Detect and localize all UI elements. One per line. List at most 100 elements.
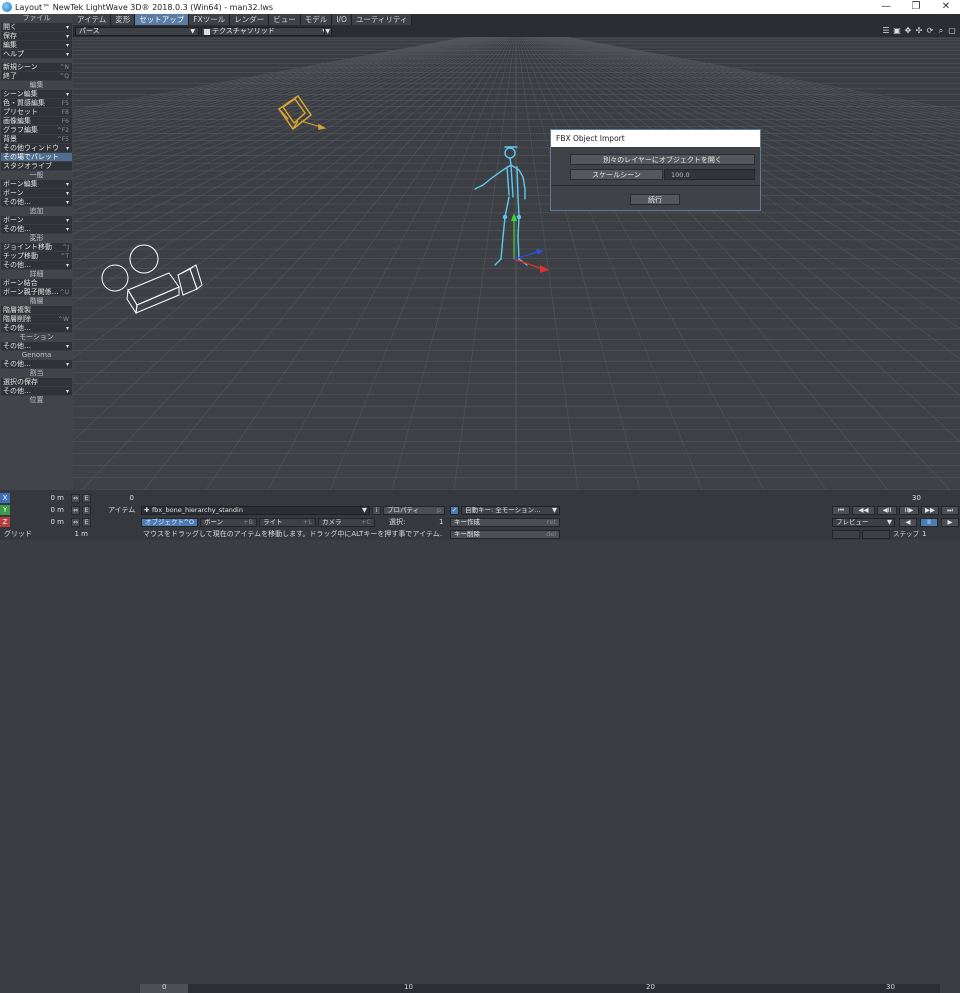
sidebar-item[interactable]: その他ウィンドウ ▾ — [1, 144, 72, 153]
x-link-icon[interactable]: ⇔ — [71, 494, 80, 503]
pause-button[interactable]: II — [920, 518, 938, 527]
sidebar-item[interactable]: 画像編集 F6 — [1, 117, 72, 126]
tab-8[interactable]: ユーティリティ — [351, 14, 413, 25]
viewport-options-button[interactable]: ▼ — [324, 27, 332, 36]
sidebar-item[interactable]: 新規シーン ^N — [1, 63, 72, 72]
x-envelope-button[interactable]: E — [82, 494, 91, 503]
tab-6[interactable]: モデル — [300, 14, 333, 25]
z-envelope-button[interactable]: E — [82, 518, 91, 527]
move-view-icon[interactable]: ✥ — [904, 26, 912, 35]
preview-option-button-2[interactable] — [862, 530, 890, 539]
sidebar-item[interactable]: 開く ▾ — [1, 23, 72, 32]
sidebar-item[interactable]: その他… ▾ — [1, 360, 72, 369]
object-mode-button[interactable]: オブジェクト ^O — [141, 518, 198, 527]
light-mode-button[interactable]: ライト +L — [259, 518, 316, 527]
prev-key-button[interactable]: ◀◀ — [852, 506, 875, 515]
maximize-button[interactable]: ❐ — [903, 0, 929, 14]
sidebar-item[interactable]: その場でパレット — [1, 153, 72, 162]
prev-frame-button[interactable]: ◀II — [877, 506, 897, 515]
autokey-checkbox[interactable]: ✓ — [450, 506, 459, 515]
y-link-icon[interactable]: ⇔ — [71, 506, 80, 515]
tab-0[interactable]: アイテム — [73, 14, 112, 25]
sidebar-item[interactable]: プリセット F8 — [1, 108, 72, 117]
z-position-value[interactable]: 0 m — [28, 517, 65, 527]
3d-viewport[interactable]: FBX Object Import 別々のレイヤーにオブジェクトを開く スケール… — [73, 37, 960, 490]
scale-scene-button[interactable]: スケールシーン — [570, 169, 663, 180]
current-item-select[interactable]: ✚ fbx_bone_hierarchy_standin ▼ — [141, 506, 370, 515]
autokey-mode-select[interactable]: 自動キー: 全モーション… ▼ — [461, 506, 560, 515]
sidebar-item[interactable]: ボーン親子関係… ^U — [1, 288, 72, 297]
sidebar-item[interactable]: ボーン ▾ — [1, 216, 72, 225]
sidebar-item[interactable]: 選択の保存 — [1, 378, 72, 387]
sidebar-section-header: 階層 — [0, 297, 73, 306]
sidebar-item[interactable]: スタジオライブ — [1, 162, 72, 171]
tab-3[interactable]: FXツール — [189, 14, 231, 25]
delete-key-button[interactable]: キー削除 del — [450, 530, 560, 539]
sidebar-item[interactable]: 編集 ▾ — [1, 41, 72, 50]
preview-select[interactable]: プレビュー ▼ — [832, 518, 895, 527]
view-type-select[interactable]: パース ▼ — [75, 27, 199, 36]
object-mode-label: オブジェクト — [145, 518, 184, 526]
tab-5[interactable]: ビュー — [269, 14, 301, 25]
sidebar-item[interactable]: 終了 ^Q — [1, 72, 72, 81]
last-frame-button[interactable]: ⏭ — [941, 506, 959, 515]
sidebar-item[interactable]: その他… ▾ — [1, 225, 72, 234]
tab-1[interactable]: 変形 — [111, 14, 136, 25]
sidebar-item[interactable]: ジョイント移動 ^J — [1, 243, 72, 252]
sidebar-item[interactable]: 階層複製 — [1, 306, 72, 315]
minimize-button[interactable]: — — [873, 0, 899, 14]
sidebar-item[interactable]: グラフ編集 ^F2 — [1, 126, 72, 135]
tab-4[interactable]: レンダー — [230, 14, 270, 25]
sidebar-item[interactable]: その他… ▾ — [1, 324, 72, 333]
layout-icon[interactable]: ▣ — [893, 26, 901, 35]
item-info-button[interactable]: i — [372, 506, 381, 515]
close-button[interactable]: ✕ — [933, 0, 959, 14]
sidebar-item[interactable]: ヘルプ ▾ — [1, 50, 72, 59]
properties-button[interactable]: プロパティ p — [383, 506, 445, 515]
camera-mode-button[interactable]: カメラ +C — [318, 518, 375, 527]
list-icon[interactable]: ☰ — [882, 26, 890, 35]
sidebar-item[interactable]: ボーン結合 — [1, 279, 72, 288]
continue-button[interactable]: 続行 — [630, 194, 680, 205]
z-link-icon[interactable]: ⇔ — [71, 518, 80, 527]
sidebar-item[interactable]: その他… ▾ — [1, 198, 72, 207]
sidebar-item[interactable]: ボーン ▾ — [1, 189, 72, 198]
sidebar-item[interactable]: 背景 ^F5 — [1, 135, 72, 144]
next-key-button[interactable]: ▶▶ — [921, 506, 939, 515]
render-mode-select[interactable]: テクスチャソリッド ▼ — [201, 27, 331, 36]
sidebar-item-label: 保存 — [3, 32, 17, 40]
preview-option-button[interactable] — [832, 530, 860, 539]
sidebar-item[interactable]: ボーン編集 ▾ — [1, 180, 72, 189]
shortcut-label: ^N — [59, 64, 69, 71]
play-reverse-button[interactable]: ◀ — [899, 518, 917, 527]
bone-mode-button[interactable]: ボーン +B — [200, 518, 257, 527]
create-key-button[interactable]: キー作成 ret — [450, 518, 560, 527]
first-frame-button[interactable]: ⏮ — [832, 506, 850, 515]
sidebar-item[interactable]: 階層削除 ^W — [1, 315, 72, 324]
y-envelope-button[interactable]: E — [82, 506, 91, 515]
end-frame-value[interactable]: 30 — [912, 493, 932, 503]
next-frame-button[interactable]: II▶ — [899, 506, 919, 515]
sidebar-item[interactable]: チップ移動 ^T — [1, 252, 72, 261]
sidebar-item[interactable]: その他… ▾ — [1, 342, 72, 351]
sidebar-item[interactable]: 色・質感編集 F5 — [1, 99, 72, 108]
zoom-icon[interactable]: ⌕ — [937, 26, 945, 35]
rotate-view-icon[interactable]: ✣ — [915, 26, 923, 35]
x-position-value[interactable]: 0 m — [28, 493, 65, 503]
sidebar-item[interactable]: その他… ▾ — [1, 261, 72, 270]
tab-2[interactable]: セットアップ — [135, 14, 190, 25]
sidebar-item[interactable]: 保存 ▾ — [1, 32, 72, 41]
scale-value-field[interactable]: 100.0 — [664, 169, 755, 180]
orbit-view-icon[interactable]: ⟳ — [926, 26, 934, 35]
grid-size-value[interactable]: 1 m — [28, 529, 89, 539]
sidebar-item[interactable]: その他… ▾ — [1, 387, 72, 396]
current-frame-value[interactable]: 0 — [110, 493, 134, 503]
tab-7[interactable]: I/O — [332, 14, 352, 25]
maximize-view-icon[interactable]: ▢ — [948, 26, 956, 35]
open-separate-layers-button[interactable]: 別々のレイヤーにオブジェクトを開く — [570, 154, 755, 165]
timeline-ruler[interactable]: 0 10 20 30 — [140, 983, 940, 993]
sidebar-item[interactable]: シーン編集 ▾ — [1, 90, 72, 99]
step-value[interactable]: 1 — [922, 529, 926, 539]
y-position-value[interactable]: 0 m — [28, 505, 65, 515]
play-button[interactable]: ▶ — [941, 518, 959, 527]
